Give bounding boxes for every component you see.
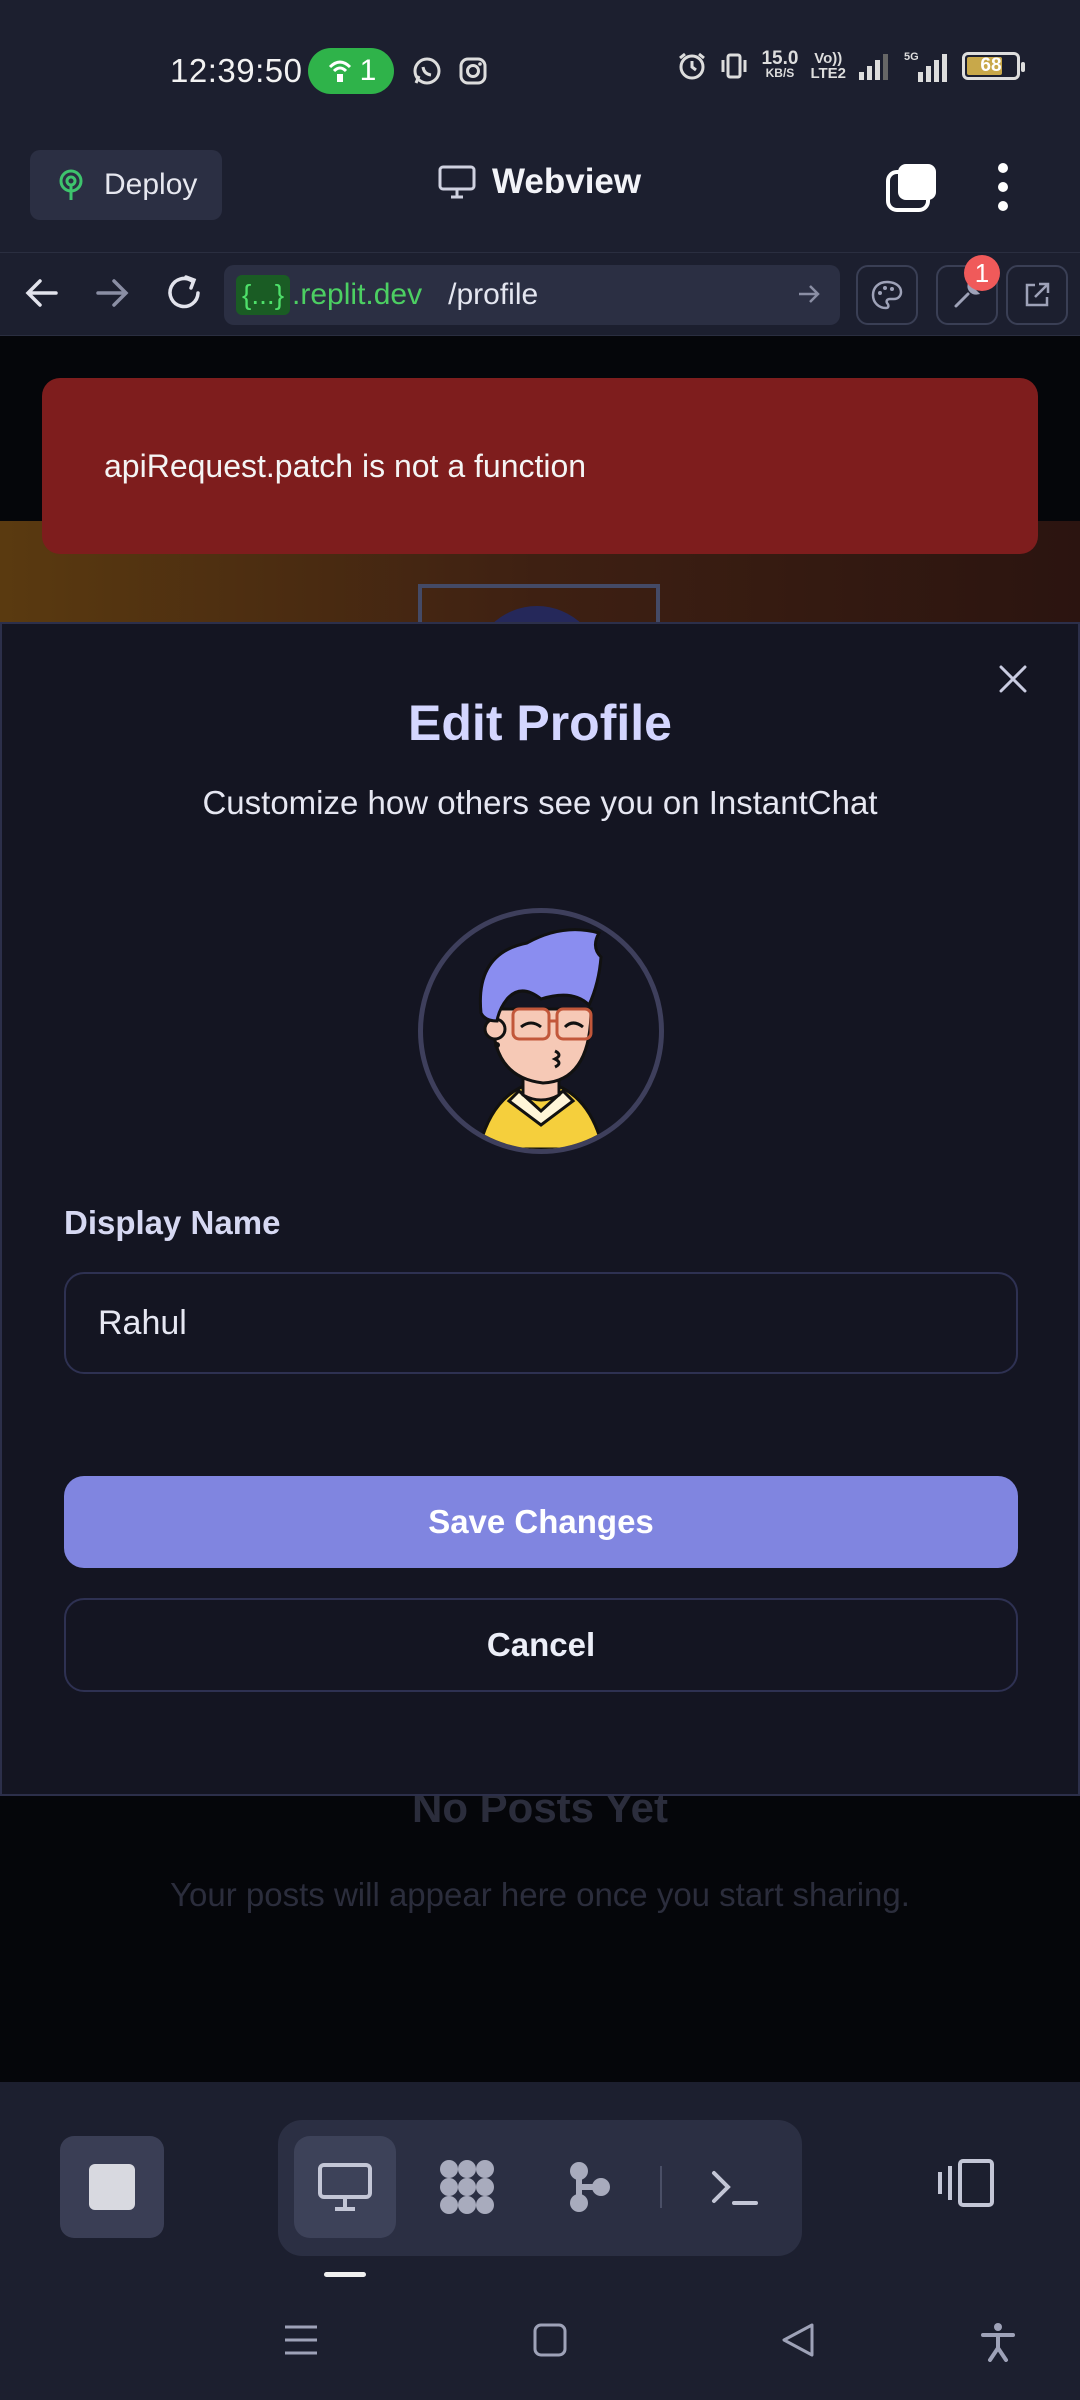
git-branch-icon [570,2162,610,2212]
hotspot-pill: 1 [308,48,394,94]
git-tool-button[interactable] [538,2136,640,2238]
volte-top: Vo)) [814,50,843,67]
menu-icon[interactable] [282,2322,320,2358]
net-speed: 15.0 KB/S [761,48,799,81]
url-path: /profile [448,278,539,311]
app-header: Deploy Webview [0,140,1080,252]
hotspot-icon [328,60,351,82]
home-icon[interactable] [532,2322,568,2358]
volte-indicator: Vo)) LTE2 [810,51,846,81]
net-speed-value: 15.0 [761,48,799,69]
workflows-tool-button[interactable] [416,2136,518,2238]
bottom-toolbar [0,2082,1080,2282]
display-name-input[interactable] [64,1272,1018,1374]
back-icon[interactable] [22,271,62,315]
webview-content: apiRequest.patch is not a function Edit … [0,336,1080,2082]
page-title: Webview [492,162,642,201]
console-tool-button[interactable] [684,2136,786,2238]
split-view-icon[interactable] [936,2158,996,2208]
devtools-button[interactable]: 1 [936,255,1000,325]
url-domain: .replit.dev [292,278,423,311]
active-indicator [324,2272,366,2277]
tabs-icon[interactable] [886,162,938,212]
system-nav-bar [0,2282,1080,2400]
devtools-badge: 1 [964,255,1000,291]
alarm-icon [679,52,706,80]
status-bar: 12:39:50 1 15.0 KB/S Vo)) LTE2 5G 68 [0,0,1080,140]
go-arrow-icon[interactable] [796,281,822,307]
forward-icon[interactable] [92,271,132,315]
stop-icon [89,2164,135,2210]
battery-level: 68 [980,55,1002,76]
avatar-illustration [477,928,605,1149]
status-time: 12:39:50 [170,52,303,89]
vibrate-icon [721,53,747,79]
webview-tool-button[interactable] [294,2136,396,2238]
error-message: apiRequest.patch is not a function [104,447,587,484]
tool-switcher [278,2120,802,2256]
deploy-icon [59,169,83,200]
dialog-subtitle: Customize how others see you on InstantC… [202,784,878,821]
profile-avatar[interactable] [418,908,664,1154]
error-toast: apiRequest.patch is not a function [42,378,1038,554]
accessibility-icon[interactable] [980,2322,1016,2362]
monitor-icon [318,2163,372,2211]
back-nav-icon[interactable] [780,2322,816,2358]
tool-separator [660,2166,662,2208]
signal-icon [859,54,888,80]
instagram-icon [459,57,487,85]
status-right-group: 15.0 KB/S Vo)) LTE2 5G 68 [677,48,1025,82]
stop-button[interactable] [60,2136,164,2238]
close-icon[interactable] [998,664,1028,694]
deploy-button[interactable]: Deploy [30,150,222,220]
open-external-button[interactable] [1006,265,1068,325]
display-name-label: Display Name [64,1204,281,1241]
url-input[interactable]: {...} .replit.dev /profile [224,265,840,325]
dots-grid-icon [440,2160,494,2214]
cancel-button[interactable]: Cancel [64,1598,1018,1692]
volte-bottom: LTE2 [810,65,846,82]
reload-icon[interactable] [162,271,206,315]
signal-5g-icon: 5G [904,51,947,82]
palette-icon [871,280,903,310]
url-prefix-badge: {...} [236,275,291,315]
save-changes-button[interactable]: Save Changes [64,1476,1018,1568]
net-speed-unit: KB/S [765,66,795,80]
more-options-icon[interactable] [990,162,1016,212]
webview-tab-title[interactable]: Webview [438,162,641,202]
theme-button[interactable] [856,265,918,325]
deploy-label: Deploy [104,168,198,201]
svg-text:5G: 5G [904,51,919,63]
edit-profile-dialog: Edit Profile Customize how others see yo… [0,622,1080,1796]
whatsapp-icon [413,57,441,85]
url-toolbar: {...} .replit.dev /profile 1 [0,252,1080,336]
hotspot-count: 1 [359,54,377,87]
empty-posts-subtitle: Your posts will appear here once you sta… [170,1876,910,1913]
dialog-title: Edit Profile [408,695,672,751]
monitor-icon [438,165,476,199]
terminal-icon [712,2171,758,2205]
battery-icon: 68 [962,52,1025,80]
external-link-icon [1025,282,1050,307]
